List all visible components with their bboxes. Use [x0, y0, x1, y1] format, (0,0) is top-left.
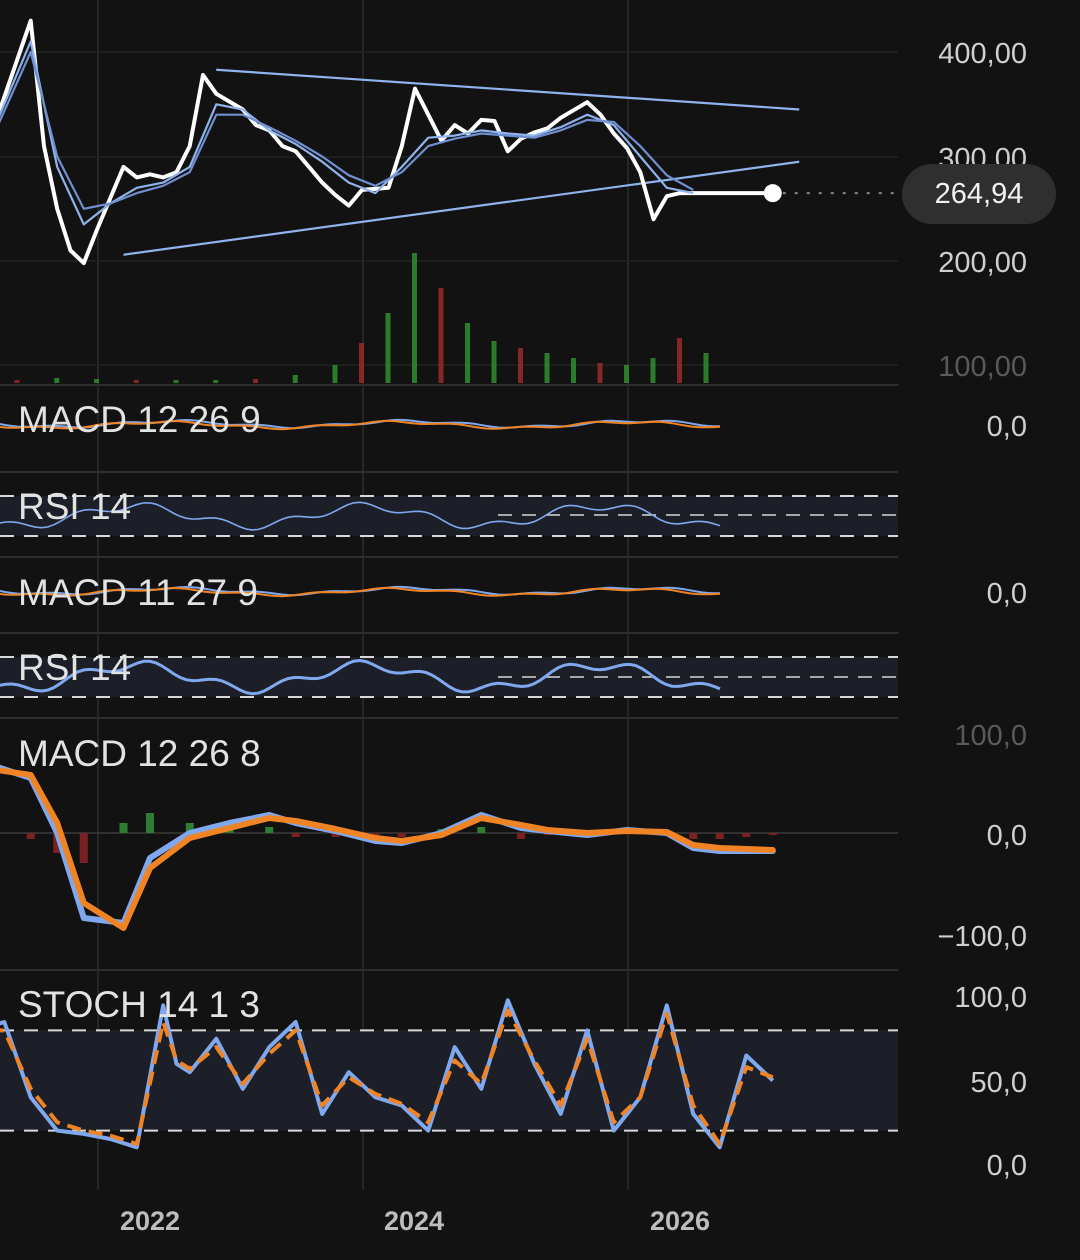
volume-bar [624, 365, 629, 383]
volume-bar [518, 348, 523, 383]
rsi1-band [0, 496, 898, 536]
macd3-histogram-bar [517, 833, 525, 839]
macd1-tick-zero: 0,0 [987, 411, 1027, 443]
macd-12-26-8-label: MACD 12 26 8 [18, 733, 261, 774]
price-panel [0, 18, 900, 266]
volume-bar [292, 375, 298, 383]
volume-bar [650, 358, 656, 383]
volume-bar [438, 288, 444, 383]
rsi-14-label-1: RSI 14 [18, 486, 131, 527]
macd3-histogram-bar [291, 833, 300, 837]
macd3-histogram-bar [742, 833, 751, 837]
volume-bar [14, 380, 20, 383]
volume-bar [385, 313, 391, 383]
volume-bar [677, 338, 682, 383]
price-line [0, 18, 773, 266]
volume-bar [491, 341, 497, 383]
volume-bar [54, 378, 60, 383]
indicator-panels [0, 418, 898, 698]
macd3-signal-line [0, 767, 776, 931]
last-price-badge: 264,94 [902, 164, 1056, 224]
volume-bars [14, 253, 709, 383]
volume-bar [94, 379, 99, 383]
macd3-histogram-bar [79, 833, 88, 863]
x-tick-2026: 2026 [650, 1206, 710, 1236]
volume-bar [133, 380, 139, 383]
macd3-tick-zero: 0,0 [987, 820, 1027, 852]
volume-bar [253, 379, 258, 383]
macd3-histogram-bar [119, 823, 128, 833]
macd3-histogram-bar [397, 833, 406, 837]
volume-bar [173, 380, 179, 383]
macd-12-26-9-label: MACD 12 26 9 [18, 399, 261, 440]
macd3-histogram-bar [715, 833, 724, 839]
macd3-histogram-bar [146, 813, 154, 833]
volume-bar [213, 380, 219, 383]
macd3-histogram-bar [689, 833, 698, 839]
macd3-histogram-bar [26, 833, 35, 839]
x-tick-2024: 2024 [384, 1206, 444, 1236]
moving-average-line-2 [0, 50, 694, 210]
volume-bar [597, 363, 603, 383]
macd3-histogram-bar [768, 833, 777, 835]
volume-bar [571, 358, 576, 383]
volume-bar [544, 353, 550, 383]
volume-bar [412, 253, 417, 383]
macd3-line [0, 764, 776, 926]
rsi-14-label-2: RSI 14 [18, 647, 131, 688]
trendline-0 [123, 160, 800, 256]
stoch-tick-100: 100,0 [954, 982, 1027, 1014]
macd3-histogram-bar [265, 827, 274, 833]
macd3-tick-minus-100: −100,0 [937, 921, 1027, 953]
price-tick-100: 100,00 [938, 351, 1027, 383]
stoch-tick-50: 50,0 [971, 1067, 1027, 1099]
stoch-band [0, 1030, 898, 1131]
macd2-tick-zero: 0,0 [987, 578, 1027, 610]
volume-bar [703, 353, 709, 383]
x-tick-2022: 2022 [120, 1206, 180, 1236]
trendline-1 [216, 68, 800, 111]
volume-bar [465, 323, 470, 383]
moving-average-line-1 [0, 40, 694, 226]
volume-bar [359, 343, 364, 383]
macd3-histogram-bar [477, 827, 486, 833]
macd3-tick-100: 100,0 [954, 720, 1027, 752]
last-price-marker [763, 184, 782, 203]
stoch-14-1-3-label: STOCH 14 1 3 [18, 984, 260, 1025]
stoch-tick-0: 0,0 [987, 1150, 1027, 1182]
price-tick-200: 200,00 [938, 247, 1027, 279]
macd-12-26-8-panel [0, 764, 898, 931]
volume-bar [332, 365, 338, 383]
price-tick-400: 400,00 [938, 38, 1027, 70]
macd-11-27-9-label: MACD 11 27 9 [18, 572, 258, 613]
